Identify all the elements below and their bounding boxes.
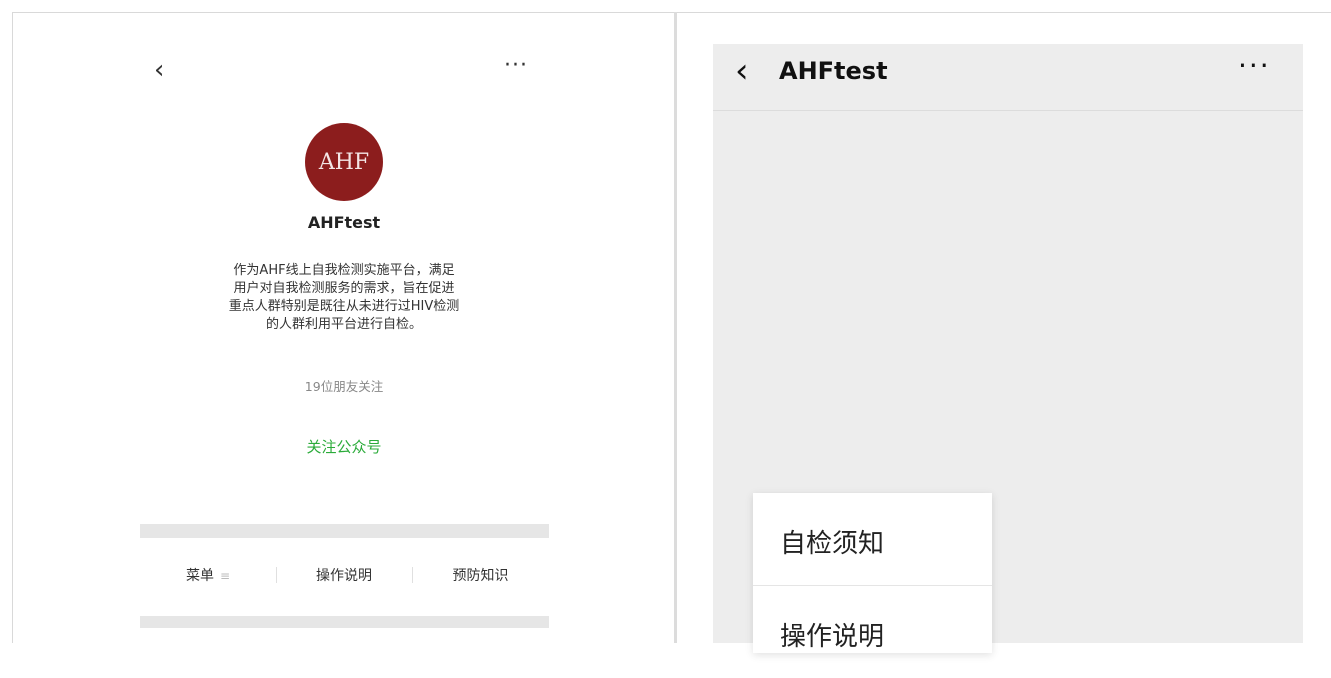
description-line: 用户对自我检测服务的需求，旨在促进 bbox=[233, 281, 455, 296]
more-options-icon[interactable]: ··· bbox=[1238, 52, 1271, 80]
description-line: 作为AHF线上自我检测实施平台，满足 bbox=[233, 263, 455, 278]
description-line: 的人群利用平台进行自检。 bbox=[265, 317, 422, 332]
section-separator bbox=[140, 524, 549, 538]
section-separator bbox=[140, 616, 549, 628]
menu-item-label: 预防知识 bbox=[452, 568, 509, 584]
popup-item-instructions[interactable]: 操作说明 bbox=[753, 586, 992, 678]
menu-item-prevention[interactable]: 预防知识 bbox=[412, 565, 549, 585]
chat-header: ‹ AHFtest ··· bbox=[713, 44, 1303, 111]
menu-item-label: 菜单 bbox=[185, 568, 214, 584]
chat-title: AHFtest bbox=[779, 57, 888, 85]
menu-list-icon: ≡ bbox=[219, 569, 231, 583]
description-line: 重点人群特别是既往从未进行过HIV检测 bbox=[228, 299, 460, 314]
account-description: 作为AHF线上自我检测实施平台，满足 用户对自我检测服务的需求，旨在促进 重点人… bbox=[189, 262, 499, 334]
menu-item-instructions[interactable]: 操作说明 bbox=[276, 565, 412, 585]
menu-item-label: 操作说明 bbox=[316, 568, 372, 584]
back-arrow-icon[interactable]: ‹ bbox=[735, 54, 749, 88]
friends-following-count: 19位朋友关注 bbox=[304, 379, 384, 394]
popup-item-self-test-notice[interactable]: 自检须知 bbox=[753, 493, 992, 586]
popup-item-label: 操作说明 bbox=[780, 622, 885, 652]
back-arrow-icon[interactable]: ‹ bbox=[154, 57, 164, 83]
popup-item-label: 自检须知 bbox=[780, 529, 885, 559]
menu-item-menu[interactable]: 菜单 ≡ bbox=[140, 565, 276, 585]
account-logo-avatar: AHF bbox=[305, 123, 383, 201]
account-name: AHFtest bbox=[307, 213, 381, 232]
panel-divider bbox=[674, 12, 677, 643]
follow-account-button[interactable]: 关注公众号 bbox=[213, 436, 475, 457]
popup-menu: 自检须知 操作说明 bbox=[753, 493, 992, 653]
logo-text: AHF bbox=[318, 149, 370, 175]
left-panel-account-profile: ‹ ··· AHF AHFtest 作为AHF线上自我检测实施平台，满足 用户对… bbox=[13, 13, 673, 643]
bottom-menu-bar: 菜单 ≡ 操作说明 预防知识 bbox=[140, 555, 549, 595]
right-panel-chat: ‹ AHFtest ··· 自检须知 操作说明 bbox=[713, 44, 1303, 653]
more-options-icon[interactable]: ··· bbox=[504, 55, 528, 77]
